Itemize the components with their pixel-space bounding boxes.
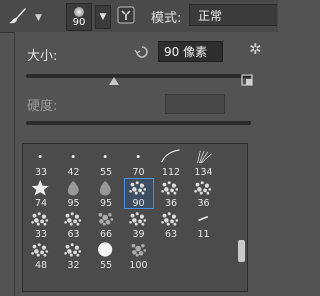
size-label: 大小: (27, 49, 58, 64)
brush-size-label: 48 (34, 260, 48, 271)
brush-preset-item[interactable]: 36 (189, 178, 219, 209)
mode-label: 模式: (151, 11, 182, 26)
brush-size-label: 95 (99, 198, 113, 209)
brush-preset-item[interactable]: 70 (124, 147, 154, 178)
new-preset-icon[interactable] (241, 74, 253, 86)
brush-drop-icon (67, 180, 79, 196)
brush-texture-icon (161, 181, 179, 195)
brush-tip-icon (74, 7, 84, 17)
size-field[interactable]: 90 像素 (158, 41, 223, 62)
size-slider-thumb[interactable] (108, 77, 119, 85)
brush-preset-item[interactable]: 36 (156, 178, 186, 209)
brush-size-label: 55 (99, 167, 113, 178)
tool-preset-caret[interactable]: ▼ (35, 13, 42, 23)
brush-dot-small-icon (103, 154, 107, 159)
brush-circle-icon (98, 242, 113, 257)
brush-texture-icon (31, 212, 49, 226)
brush-preset-item[interactable]: 32 (59, 240, 89, 271)
brush-texture-icon (31, 243, 49, 257)
brush-dot-small-icon (38, 154, 42, 159)
size-slider[interactable] (26, 74, 251, 85)
brush-size-label: 63 (67, 229, 80, 240)
brush-size-label: 39 (132, 229, 145, 240)
hardness-slider (26, 121, 251, 125)
hardness-field (165, 94, 225, 114)
brush-preset-item[interactable]: 42 (59, 147, 89, 178)
brush-preset-item[interactable]: 112 (156, 147, 186, 178)
brush-preset-item[interactable]: 33 (26, 209, 56, 240)
brush-preset-item[interactable]: 11 (189, 209, 219, 240)
brush-size-label: 42 (67, 167, 80, 178)
brush-preset-item[interactable]: 48 (26, 240, 56, 271)
brush-preset-item[interactable]: 95 (59, 178, 89, 209)
brush-size-label: 90 (132, 198, 145, 209)
brush-dot-small-icon (136, 154, 140, 159)
brush-dash-icon (197, 215, 208, 222)
brush-size-label: 36 (197, 198, 210, 209)
brush-size-label: 66 (99, 229, 113, 240)
brush-size-label: 63 (164, 229, 178, 240)
brush-star-icon (31, 179, 49, 196)
brush-texture-icon (128, 212, 146, 226)
brush-texture-icon (193, 181, 211, 195)
brush-size-label: 112 (161, 167, 181, 178)
brush-preset-item[interactable]: 66 (91, 209, 121, 240)
brush-size-label: 36 (164, 198, 178, 209)
brush-stroke-fan-icon (196, 150, 212, 164)
reset-size-icon[interactable] (134, 44, 150, 60)
brush-size-label: 134 (194, 167, 213, 178)
brush-size-label: 74 (34, 198, 48, 209)
brush-texture-icon (63, 243, 81, 257)
brush-preset-item[interactable]: 33 (26, 147, 56, 178)
brush-size-label: 100 (129, 260, 148, 271)
options-bar: ▼ 90 ▼ 模式: 正常 (0, 0, 278, 33)
hardness-label: 硬度: (27, 99, 58, 114)
brush-size-label: 33 (34, 167, 48, 178)
brush-dot-small-icon (71, 154, 75, 159)
brush-preset-item[interactable]: 63 (59, 209, 89, 240)
brush-texture-icon (63, 212, 81, 226)
brush-preset-item[interactable]: 74 (26, 178, 56, 209)
brush-size-label: 11 (197, 229, 210, 240)
brush-drop-icon (99, 180, 111, 196)
brush-preset-grid: 33 42 55 70 112 134 74 95 95 90 36 36 33 63 66 39 63 11 48… (22, 143, 237, 292)
brush-preset-picker[interactable]: 90 (66, 3, 92, 31)
brush-size-label: 32 (67, 260, 80, 271)
brush-size-label: 55 (99, 260, 113, 271)
brush-preset-item[interactable]: 100 (124, 240, 154, 271)
grid-scrollbar[interactable] (236, 143, 248, 292)
brush-texture-icon (128, 181, 146, 195)
brush-size-label: 95 (67, 198, 80, 209)
brush-preset-item[interactable]: 95 (91, 178, 121, 209)
brush-preset-item[interactable]: 90 (123, 178, 154, 209)
gear-icon[interactable]: ✲ (249, 40, 262, 58)
brush-texture-icon (161, 212, 179, 226)
brush-size-label: 33 (34, 229, 48, 240)
brush-preset-item[interactable]: 55 (91, 147, 121, 178)
brush-texture-dark-icon (131, 243, 146, 257)
brush-icon[interactable] (6, 5, 28, 27)
mode-select[interactable]: 正常 (189, 4, 277, 26)
brush-preset-item[interactable]: 134 (189, 147, 219, 178)
brush-size-readout: 90 (72, 17, 86, 28)
brush-preset-item[interactable]: 55 (91, 240, 121, 271)
brush-panel-toggle-icon[interactable] (116, 5, 136, 25)
brush-preset-item[interactable]: 63 (156, 209, 186, 240)
grid-scrollbar-thumb[interactable] (238, 240, 245, 262)
brush-size-label: 70 (132, 167, 145, 178)
brush-texture-dark-icon (98, 212, 114, 226)
brush-preset-item[interactable]: 39 (124, 209, 154, 240)
brush-picker-dropdown-button[interactable]: ▼ (95, 5, 111, 29)
brush-stroke-curve-icon (161, 149, 180, 163)
